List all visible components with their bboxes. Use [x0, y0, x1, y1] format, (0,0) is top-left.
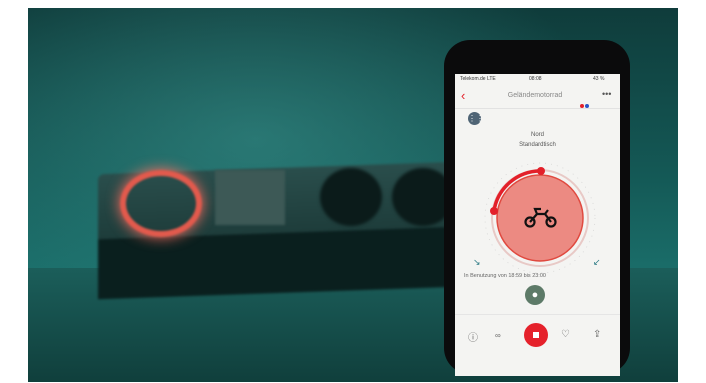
- arc-start-handle[interactable]: [490, 207, 498, 215]
- power-strip-logo-plate: [215, 170, 285, 225]
- person-icon[interactable]: ●: [525, 285, 545, 305]
- page-title: Geländemotorrad: [507, 92, 563, 99]
- power-socket: [320, 168, 382, 226]
- phone-screen: Telekom.de LTE 08:08 43 % ‹ Geländemotor…: [455, 74, 620, 376]
- color-dots-icon: [580, 95, 590, 113]
- navigation-bar: ‹ Geländemotorrad •••: [455, 86, 620, 109]
- glasses-icon[interactable]: ∞: [495, 331, 501, 340]
- stop-icon[interactable]: [524, 323, 548, 347]
- zone-label: Nord: [530, 132, 544, 138]
- dial-graphic: [484, 162, 596, 274]
- dial-center-disc: [496, 174, 584, 262]
- collapse-arrow-icon[interactable]: ↘: [473, 257, 481, 268]
- heart-icon[interactable]: ♡: [561, 329, 570, 340]
- expand-arrow-icon[interactable]: ↙: [593, 257, 601, 268]
- timer-dial[interactable]: [481, 159, 599, 277]
- arc-end-handle[interactable]: [537, 167, 545, 175]
- status-bar: Telekom.de LTE 08:08 43 %: [455, 74, 620, 84]
- more-icon[interactable]: •••: [602, 89, 611, 99]
- grid-icon[interactable]: ⋮⋮: [468, 112, 484, 125]
- chevron-left-icon[interactable]: ‹: [461, 88, 465, 103]
- usage-text: In Benutzung von 18:59 bis 23:00: [464, 273, 546, 279]
- profile-label: Standardtisch: [519, 142, 556, 148]
- bottom-toolbar: ⓘ ∞ ♡ ⇪: [455, 314, 620, 355]
- share-icon[interactable]: ⇪: [593, 329, 601, 340]
- carrier-label: Telekom.de LTE: [460, 76, 496, 82]
- power-strip-led-ring: [120, 170, 202, 237]
- info-icon[interactable]: ⓘ: [468, 329, 478, 344]
- clock: 08:08: [529, 76, 542, 82]
- battery-label: 43 %: [593, 76, 605, 82]
